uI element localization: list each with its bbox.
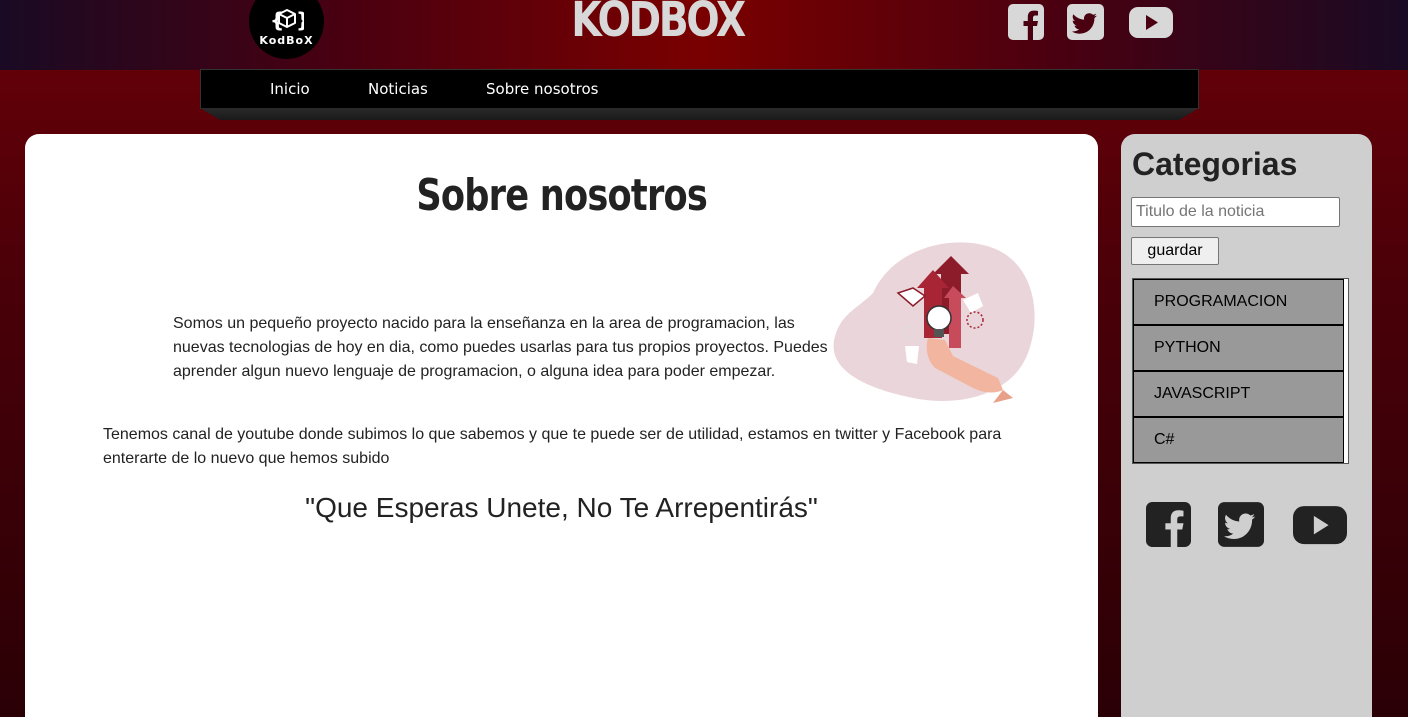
channels-paragraph: Tenemos canal de youtube donde subimos l… — [103, 426, 1002, 467]
facebook-icon — [1146, 502, 1191, 547]
sidebar-twitter-link[interactable] — [1218, 502, 1264, 547]
main-content: Sobre nosotros Somos un pequeño proyecto… — [25, 134, 1098, 717]
category-item-python[interactable]: PYTHON — [1133, 325, 1344, 371]
youtube-icon — [1129, 7, 1173, 38]
main-navbar: Inicio Noticias Sobre nosotros — [200, 69, 1199, 109]
about-paragraph: Somos un pequeño proyecto nacido para la… — [173, 315, 828, 380]
site-header: { } KodBoX KODBOX — [0, 0, 1408, 70]
logo-text: KodBoX — [259, 34, 314, 47]
category-item-programacion[interactable]: PROGRAMACION — [1133, 279, 1344, 325]
save-button[interactable]: guardar — [1131, 237, 1219, 265]
svg-text:}: } — [296, 8, 304, 32]
sidebar: Categorias guardar PROGRAMACION PYTHON J… — [1121, 134, 1372, 717]
youtube-link[interactable] — [1129, 4, 1173, 40]
twitter-icon — [1067, 4, 1104, 40]
sidebar-youtube-link[interactable] — [1293, 502, 1347, 547]
facebook-icon — [1008, 4, 1044, 40]
join-quote: "Que Esperas Unete, No Te Arrepentirás" — [305, 492, 818, 523]
sidebar-title: Categorias — [1132, 146, 1298, 182]
nav-item-inicio[interactable]: Inicio — [270, 80, 310, 98]
box-logo-icon: { } — [270, 8, 304, 32]
category-item-javascript[interactable]: JAVASCRIPT — [1133, 371, 1344, 417]
site-title: KODBOX — [571, 0, 746, 48]
category-list: PROGRAMACION PYTHON JAVASCRIPT C# — [1132, 278, 1349, 464]
page-title: Sobre nosotros — [25, 170, 1098, 221]
page-title-text: Sobre nosotros — [416, 170, 708, 221]
site-logo[interactable]: { } KodBoX — [249, 0, 324, 59]
sidebar-facebook-link[interactable] — [1146, 502, 1191, 547]
facebook-link[interactable] — [1008, 4, 1044, 40]
youtube-icon — [1293, 506, 1347, 545]
nav-item-noticias[interactable]: Noticias — [368, 80, 428, 98]
news-title-input[interactable] — [1131, 197, 1340, 227]
twitter-icon — [1218, 502, 1264, 547]
innovation-illustration — [833, 242, 1035, 403]
nav-item-sobre-nosotros[interactable]: Sobre nosotros — [486, 80, 598, 98]
navbar-shadow — [200, 108, 1199, 120]
category-item-csharp[interactable]: C# — [1133, 417, 1344, 463]
twitter-link[interactable] — [1067, 4, 1104, 40]
